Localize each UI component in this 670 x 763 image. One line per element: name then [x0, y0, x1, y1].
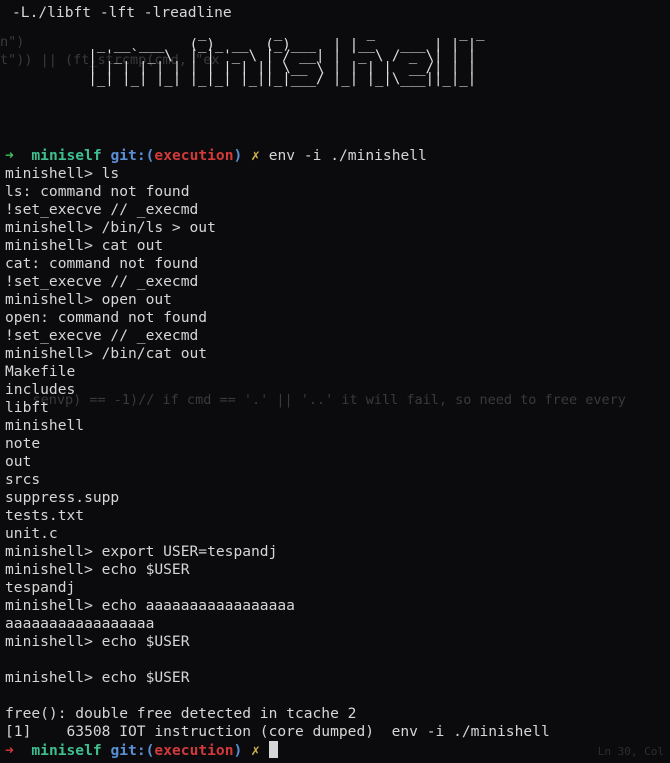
- shell-prompt: ➜ miniself git:(execution) ✗ env -i ./mi…: [5, 147, 427, 165]
- prompt-paren: ): [233, 147, 243, 164]
- prompt-arrow-icon: ➜: [5, 742, 14, 759]
- terminal-output-line: minishell> echo $USER: [5, 633, 190, 650]
- terminal-output-line: includes: [5, 381, 76, 398]
- text-cursor[interactable]: [268, 741, 278, 758]
- terminal-output-line: cat: command not found: [5, 255, 199, 272]
- terminal-output-line: minishell: [5, 417, 85, 434]
- terminal-output-line: tespandj: [5, 579, 76, 596]
- terminal-output-line: minishell> echo aaaaaaaaaaaaaaaaa: [5, 597, 295, 614]
- terminal-output-line: unit.c: [5, 525, 58, 542]
- terminal-output-line: minishell> export USER=tespandj: [5, 543, 278, 560]
- background-ghost-text: senvp) == -1)// if cmd == '.' || '..' it…: [0, 392, 626, 408]
- terminal-output-line: minishell> echo $USER: [5, 561, 190, 578]
- terminal-output-line: !set_execve // _execmd: [5, 201, 199, 218]
- terminal-output-line: minishell> /bin/ls > out: [5, 219, 216, 236]
- prompt-paren: ): [233, 742, 243, 759]
- terminal-output-line: aaaaaaaaaaaaaaaaa: [5, 615, 155, 632]
- terminal-window[interactable]: n") t")) || (ft_strcmp(cmd, "ex senvp) =…: [0, 0, 670, 763]
- terminal-output-line: free(): double free detected in tcache 2: [5, 705, 357, 722]
- terminal-output-line: !set_execve // _execmd: [5, 327, 199, 344]
- prompt-directory: miniself: [31, 742, 102, 759]
- prompt-git-label: git:: [110, 742, 146, 759]
- background-ghost-text: n"): [0, 34, 25, 50]
- prompt-arrow-icon: ➜: [5, 147, 14, 164]
- background-ghost-status: Ln 30, Col: [597, 745, 664, 758]
- compile-flags-line: -L./libft -lft -lreadline: [12, 4, 232, 21]
- terminal-output-line: note: [5, 435, 41, 452]
- terminal-output-line: libft: [5, 399, 49, 416]
- terminal-output-line: minishell> /bin/cat out: [5, 345, 208, 362]
- prompt-command: env -i ./minishell: [268, 147, 427, 164]
- terminal-output-line: open: command not found: [5, 309, 208, 326]
- terminal-output-line: minishell> open out: [5, 291, 172, 308]
- terminal-output-line: minishell> ls: [5, 165, 120, 182]
- prompt-git-label: git:: [110, 147, 146, 164]
- dirty-marker-icon: ✗: [251, 147, 260, 164]
- terminal-output-line: out: [5, 453, 32, 470]
- terminal-output-line: srcs: [5, 471, 41, 488]
- terminal-output-line: suppress.supp: [5, 489, 120, 506]
- terminal-output-line: minishell> echo $USER: [5, 669, 190, 686]
- terminal-output-line: tests.txt: [5, 507, 85, 524]
- terminal-output-line: minishell> cat out: [5, 237, 164, 254]
- minishell-ascii-banner: _ _ _ _ _ _ __ ___ (_)_ __ (_)___ | |__ …: [88, 25, 485, 87]
- shell-prompt-active[interactable]: ➜ miniself git:(execution) ✗: [5, 741, 278, 759]
- terminal-output-line: !set_execve // _execmd: [5, 273, 199, 290]
- terminal-output-line: [1] 63508 IOT instruction (core dumped) …: [5, 723, 550, 740]
- dirty-marker-icon: ✗: [251, 742, 260, 759]
- terminal-output-line: ls: command not found: [5, 183, 190, 200]
- prompt-branch: execution: [154, 742, 234, 759]
- terminal-output-line: Makefile: [5, 363, 76, 380]
- prompt-branch: execution: [154, 147, 234, 164]
- prompt-directory: miniself: [31, 147, 102, 164]
